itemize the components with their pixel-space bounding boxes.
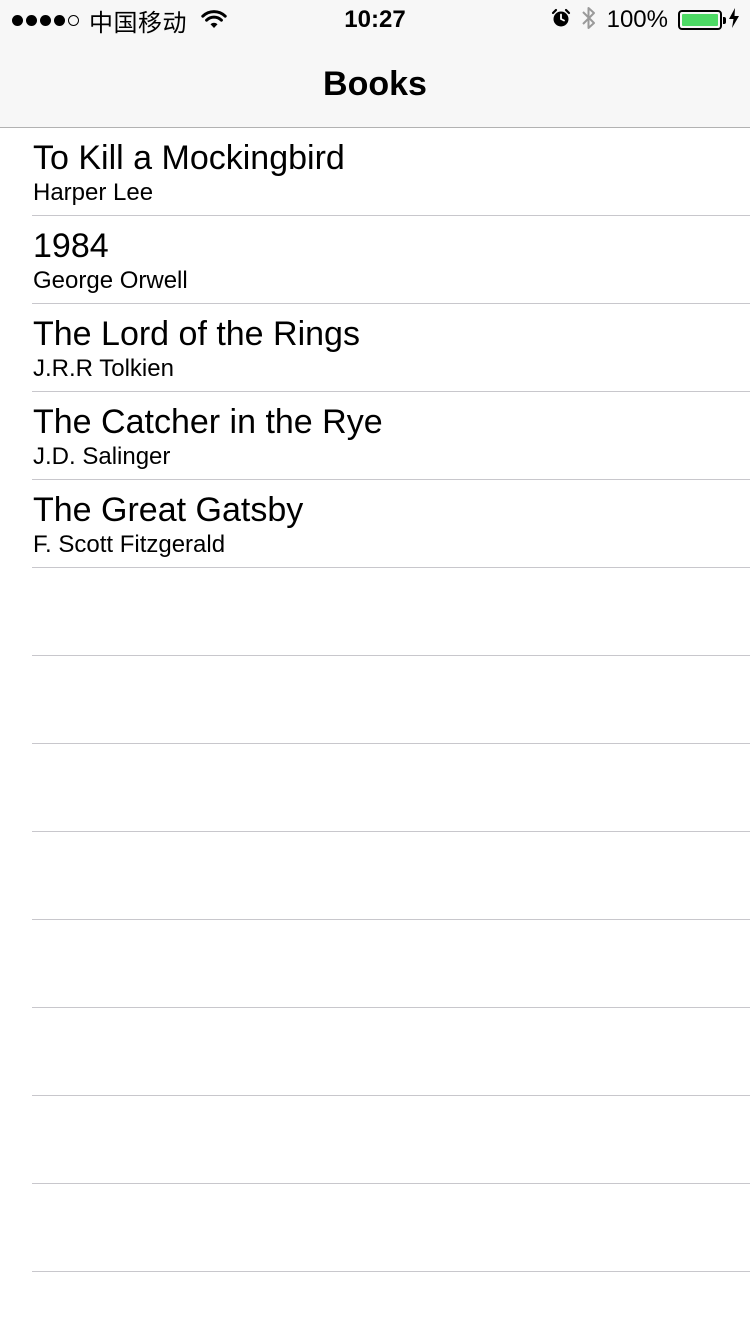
book-title: 1984 [33,227,109,265]
book-row[interactable]: The Lord of the Rings J.R.R Tolkien [0,304,750,392]
book-author: Harper Lee [33,179,154,206]
empty-row [0,568,750,656]
book-row[interactable]: 1984 George Orwell [0,216,750,304]
book-author: J.R.R Tolkien [33,355,174,382]
empty-row [0,1008,750,1096]
status-bar: 中国移动 10:27 100% [0,0,750,40]
empty-row [0,656,750,744]
book-row[interactable]: To Kill a Mockingbird Harper Lee [0,128,750,216]
alarm-icon [551,8,571,33]
charging-bolt-icon [728,7,740,33]
navigation-bar: Books [0,40,750,128]
page-title: Books [323,65,427,103]
empty-row [0,832,750,920]
book-row[interactable]: The Great Gatsby F. Scott Fitzgerald [0,480,750,568]
empty-row [0,744,750,832]
status-right: 100% [551,4,740,36]
row-separator [32,1271,750,1272]
top-bar: 中国移动 10:27 100% Books [0,0,750,128]
book-title: The Great Gatsby [33,491,304,529]
book-title: The Lord of the Rings [33,315,360,353]
battery-fill [682,14,718,26]
empty-row [0,920,750,1008]
book-title: The Catcher in the Rye [33,403,383,441]
book-author: J.D. Salinger [33,443,171,470]
bluetooth-icon [581,5,597,36]
book-list: To Kill a Mockingbird Harper Lee 1984 Ge… [0,128,750,1272]
book-author: F. Scott Fitzgerald [33,531,226,558]
battery-nub [723,17,726,24]
book-row[interactable]: The Catcher in the Rye J.D. Salinger [0,392,750,480]
battery-percentage: 100% [606,6,668,33]
empty-row [0,1096,750,1184]
empty-row [0,1184,750,1272]
battery-icon [678,10,726,30]
screen: 中国移动 10:27 100% Books To Kill a Mockingb… [0,0,750,1334]
book-title: To Kill a Mockingbird [33,139,345,177]
book-author: George Orwell [33,267,188,294]
